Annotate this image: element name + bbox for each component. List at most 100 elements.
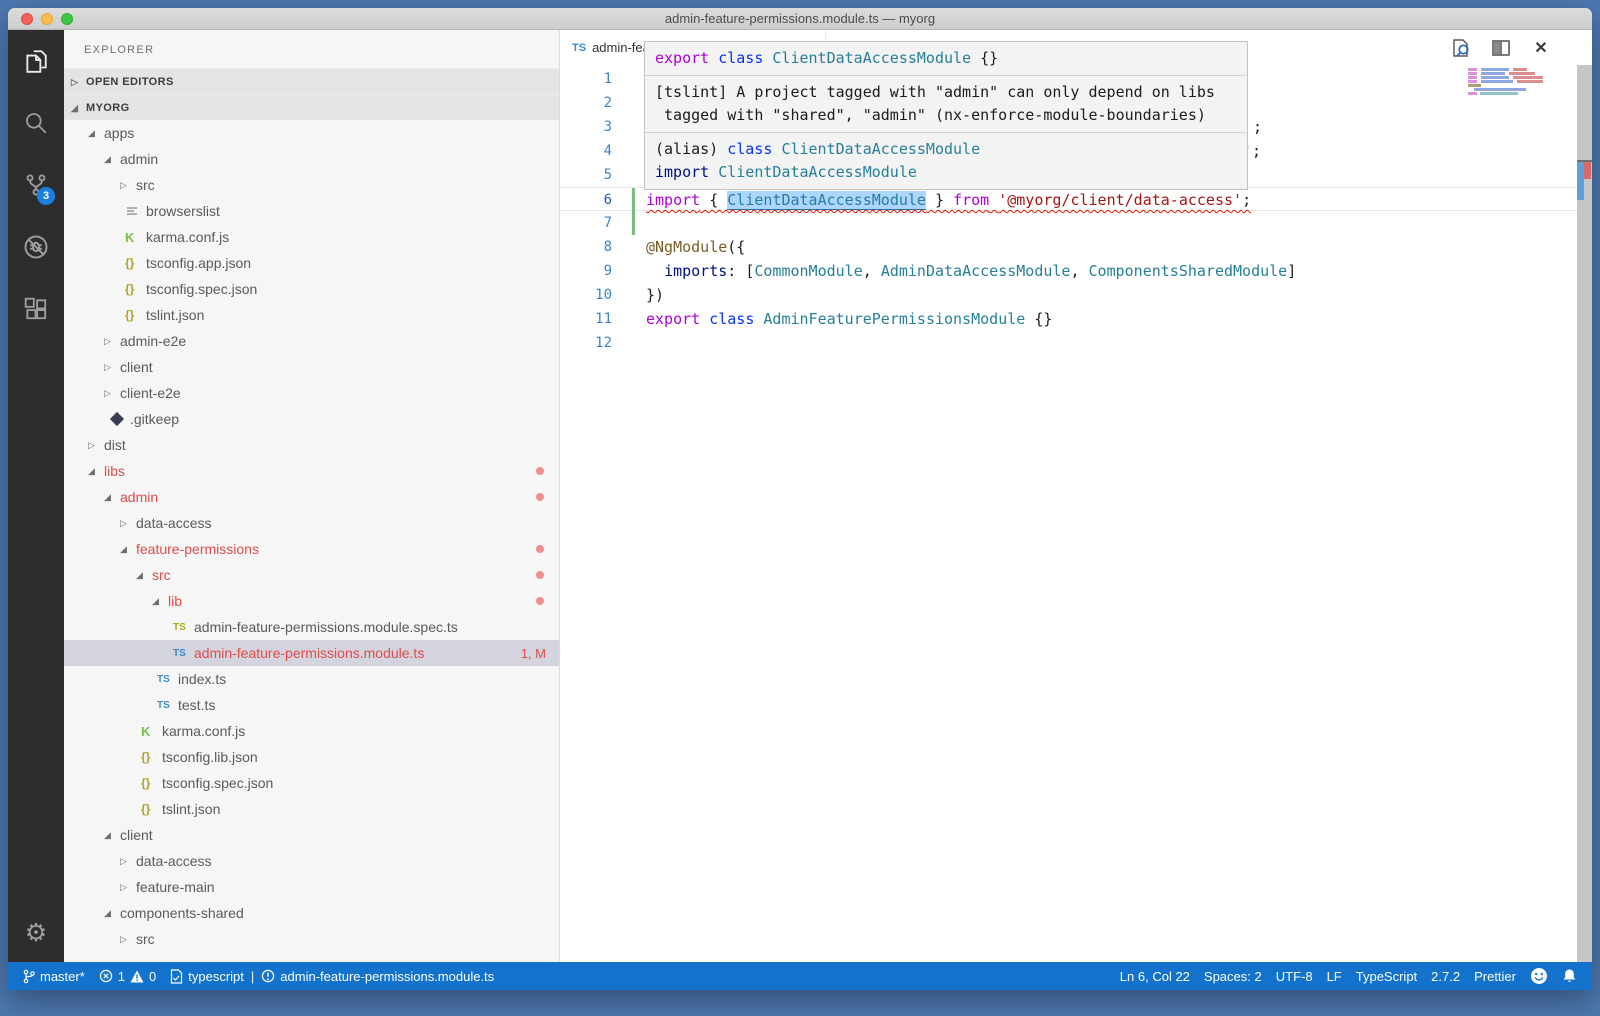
- tree-item-karma-conf-js[interactable]: Kkarma.conf.js: [64, 718, 559, 744]
- line-number: 11: [560, 307, 612, 331]
- tree-item-admin-e2e[interactable]: ▷admin-e2e: [64, 328, 559, 354]
- tree-item-admin-feature-permissions-module-spec-ts[interactable]: TSadmin-feature-permissions.module.spec.…: [64, 614, 559, 640]
- workspace-root-section-header[interactable]: ◢ MYORG: [64, 94, 559, 120]
- eol-indicator[interactable]: LF: [1320, 962, 1349, 990]
- feedback-smiley-icon[interactable]: [1523, 962, 1555, 990]
- tree-item-lib[interactable]: ◢lib: [64, 588, 559, 614]
- indent-indicator[interactable]: Spaces: 2: [1197, 962, 1269, 990]
- tree-item-karma-conf-js[interactable]: Kkarma.conf.js: [64, 224, 559, 250]
- split-editor-icon[interactable]: [1490, 37, 1512, 59]
- tree-item-label: feature-main: [136, 879, 215, 895]
- code-line-12[interactable]: 12: [560, 331, 1577, 355]
- json-file-icon: {}: [141, 802, 162, 816]
- linter-status[interactable]: typescript | admin-feature-permissions.m…: [163, 962, 501, 990]
- encoding-indicator[interactable]: UTF-8: [1269, 962, 1320, 990]
- open-editors-section-header[interactable]: ▷ OPEN EDITORS: [64, 68, 559, 94]
- tree-item-label: client: [120, 359, 153, 375]
- tree-item-label: tsconfig.lib.json: [162, 749, 258, 765]
- tree-item-tslint-json[interactable]: {}tslint.json: [64, 302, 559, 328]
- tree-item-gitkeep[interactable]: .gitkeep: [64, 406, 559, 432]
- search-icon[interactable]: [8, 92, 64, 154]
- code-line-6[interactable]: 6import { ClientDataAccessModule } from …: [560, 187, 1577, 211]
- close-editor-icon[interactable]: ✕: [1530, 37, 1552, 59]
- language-indicator[interactable]: TypeScript: [1349, 962, 1424, 990]
- chevron-expanded-icon: ◢: [104, 154, 120, 165]
- tree-item-feature-main[interactable]: ▷feature-main: [64, 874, 559, 900]
- json-file-icon: {}: [125, 282, 146, 296]
- minimap-line: [1468, 92, 1552, 95]
- highlighted-symbol[interactable]: ClientDataAccessModule: [727, 191, 926, 210]
- formatter-indicator[interactable]: Prettier: [1467, 962, 1523, 990]
- typescript-spec-file-icon: TS: [173, 622, 194, 633]
- chevron-expanded-icon: ◢: [104, 492, 120, 503]
- git-status-badge: 1, M: [521, 646, 559, 661]
- tree-item-test-ts[interactable]: TStest.ts: [64, 692, 559, 718]
- hover-tooltip: export class ClientDataAccessModule {}[t…: [644, 41, 1248, 190]
- tree-item-label: test.ts: [178, 697, 215, 713]
- tree-item-browserslist[interactable]: browserslist: [64, 198, 559, 224]
- tree-item-label: karma.conf.js: [162, 723, 245, 739]
- git-branch-indicator[interactable]: master*: [16, 962, 92, 990]
- open-changes-icon[interactable]: [1450, 37, 1472, 59]
- chevron-expanded-icon: ◢: [104, 908, 120, 919]
- tree-item-apps[interactable]: ◢apps: [64, 120, 559, 146]
- tree-item-tslint-json[interactable]: {}tslint.json: [64, 796, 559, 822]
- git-gutter-added-bar: [632, 188, 635, 212]
- minimap-line: [1468, 84, 1552, 87]
- tree-item-feature-permissions[interactable]: ◢feature-permissions: [64, 536, 559, 562]
- karma-file-icon: K: [141, 724, 162, 739]
- code-line-10[interactable]: 10}): [560, 283, 1577, 307]
- tree-item-data-access[interactable]: ▷data-access: [64, 510, 559, 536]
- code-line-11[interactable]: 11export class AdminFeaturePermissionsMo…: [560, 307, 1577, 331]
- tree-item-label: tslint.json: [146, 307, 204, 323]
- code-line-8[interactable]: 8@NgModule({: [560, 235, 1577, 259]
- settings-gear-icon[interactable]: ⚙: [8, 918, 64, 948]
- tree-item-data-access[interactable]: ▷data-access: [64, 848, 559, 874]
- tree-item-libs[interactable]: ◢libs: [64, 458, 559, 484]
- debug-icon[interactable]: [8, 216, 64, 278]
- line-col-indicator[interactable]: Ln 6, Col 22: [1113, 962, 1197, 990]
- line-number: 8: [560, 235, 612, 259]
- tree-item-tsconfig-app-json[interactable]: {}tsconfig.app.json: [64, 250, 559, 276]
- code-line-9[interactable]: 9 imports: [CommonModule, AdminDataAcces…: [560, 259, 1577, 283]
- modified-dot-icon: [536, 597, 544, 605]
- explorer-icon[interactable]: [8, 30, 64, 92]
- git-file-icon: [110, 412, 124, 426]
- problems-indicator[interactable]: 1 0: [92, 962, 163, 990]
- tree-item-tsconfig-lib-json[interactable]: {}tsconfig.lib.json: [64, 744, 559, 770]
- tree-item-tsconfig-spec-json[interactable]: {}tsconfig.spec.json: [64, 276, 559, 302]
- tree-item-dist[interactable]: ▷dist: [64, 432, 559, 458]
- tree-item-admin[interactable]: ◢admin: [64, 484, 559, 510]
- scrollbar[interactable]: [1577, 65, 1592, 962]
- activity-bar: 3 ⚙: [8, 30, 64, 962]
- chevron-expanded-icon: ◢: [120, 544, 136, 555]
- notifications-bell-icon[interactable]: [1555, 962, 1584, 990]
- typescript-file-icon: TS: [157, 674, 178, 685]
- code-area[interactable]: 123;4';56import { ClientDataAccessModule…: [560, 65, 1577, 962]
- tree-item-admin-feature-permissions-module-ts[interactable]: TSadmin-feature-permissions.module.ts1, …: [64, 640, 559, 666]
- tree-item-label: client: [120, 827, 153, 843]
- minimap[interactable]: [1468, 68, 1552, 96]
- source-control-icon[interactable]: 3: [8, 154, 64, 216]
- line-number: 5: [560, 163, 612, 187]
- karma-file-icon: K: [125, 230, 146, 245]
- tree-item-client[interactable]: ▷client: [64, 354, 559, 380]
- tree-item-src[interactable]: ▷src: [64, 926, 559, 952]
- info-icon: [261, 969, 275, 983]
- code-line-7[interactable]: 7: [560, 211, 1577, 235]
- tree-item-src[interactable]: ▷src: [64, 172, 559, 198]
- tree-item-src[interactable]: ◢src: [64, 562, 559, 588]
- desktop: admin-feature-permissions.module.ts — my…: [0, 0, 1600, 1016]
- tree-item-client[interactable]: ◢client: [64, 822, 559, 848]
- modified-dot-icon: [536, 493, 544, 501]
- hover-lint-message: [tslint] A project tagged with "admin" c…: [645, 75, 1247, 132]
- version-indicator[interactable]: 2.7.2: [1424, 962, 1467, 990]
- tree-item-index-ts[interactable]: TSindex.ts: [64, 666, 559, 692]
- tree-item-client-e2e[interactable]: ▷client-e2e: [64, 380, 559, 406]
- tree-item-admin[interactable]: ◢admin: [64, 146, 559, 172]
- line-number: 3: [560, 115, 612, 139]
- error-squiggle: import { ClientDataAccessModule } from '…: [646, 191, 1251, 210]
- tree-item-tsconfig-spec-json[interactable]: {}tsconfig.spec.json: [64, 770, 559, 796]
- extensions-icon[interactable]: [8, 278, 64, 340]
- tree-item-components-shared[interactable]: ◢components-shared: [64, 900, 559, 926]
